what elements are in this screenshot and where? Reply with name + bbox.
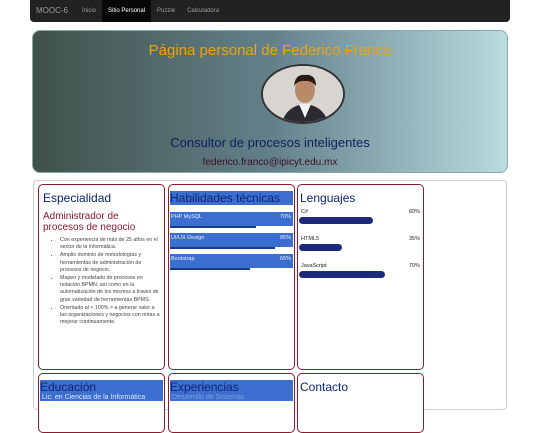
list-item: Con experiencia de más de 25 años en el … bbox=[60, 237, 160, 251]
lenguajes-title: Lenguajes bbox=[300, 191, 356, 205]
language-progress-bar bbox=[299, 244, 343, 251]
habilidades-title: Habilidades técnicas bbox=[170, 191, 293, 205]
especialidad-subtitle: Administrador de procesos de negocio bbox=[43, 211, 136, 233]
hero-banner: Página personal de Federico Franco Consu… bbox=[32, 30, 508, 173]
languages-list: C# 60% HTML5 35% JavaScript 70% bbox=[299, 209, 422, 278]
experiencias-first-line: Desarrollo de Sistemas bbox=[170, 394, 293, 401]
language-progress-track bbox=[299, 217, 422, 224]
list-item: Amplio dominio de metodologías y herrami… bbox=[60, 252, 160, 274]
language-label: HTML5 bbox=[301, 236, 320, 242]
skills-list: PHP MySQL 70% UI/UX Design 85% Bootstrap 65% bbox=[170, 212, 293, 270]
especialidad-title: Especialidad bbox=[43, 191, 112, 205]
skill-row: UI/UX Design 85% bbox=[170, 233, 293, 249]
language-progress-bar bbox=[299, 271, 386, 278]
especialidad-card: Especialidad Administrador de procesos d… bbox=[38, 184, 165, 370]
lenguajes-card: Lenguajes C# 60% HTML5 35% JavaScript 70% bbox=[297, 184, 424, 370]
habilidades-card: Habilidades técnicas PHP MySQL 70% UI/UX D… bbox=[168, 184, 295, 370]
content-area: Especialidad Administrador de procesos d… bbox=[33, 180, 507, 433]
educacion-card: Educación Lic. en Ciencias de la Informá… bbox=[38, 373, 165, 433]
profile-photo bbox=[261, 64, 345, 124]
skill-percent: 85% bbox=[279, 235, 291, 241]
nav-item-sitio-personal[interactable]: Sitio Personal bbox=[102, 0, 152, 22]
especialidad-list: Con experiencia de más de 25 años en el … bbox=[43, 237, 160, 326]
contacto-title: Contacto bbox=[300, 380, 349, 394]
skill-percent: 70% bbox=[279, 214, 291, 220]
nav-item-puzzle[interactable]: Puzzle bbox=[151, 0, 181, 22]
skill-progress-bar bbox=[170, 247, 275, 249]
language-progress-track bbox=[299, 271, 422, 278]
skill-label: PHP MySQL bbox=[171, 214, 203, 220]
navbar: MOOC-6 Inicio Sitio Personal Puzzle Calc… bbox=[30, 0, 510, 22]
language-percent: 35% bbox=[408, 236, 420, 242]
language-percent: 60% bbox=[408, 209, 420, 215]
language-progress-bar bbox=[299, 217, 373, 224]
contacto-card: Contacto bbox=[297, 373, 424, 433]
navbar-brand[interactable]: MOOC-6 bbox=[30, 0, 76, 22]
skill-label: UI/UX Design bbox=[171, 235, 205, 241]
hero-email[interactable]: federico.franco@ipicyt.edu.mx bbox=[33, 157, 507, 168]
educacion-first-line: Lic. en Ciencias de la Informática bbox=[40, 394, 163, 401]
language-label: C# bbox=[301, 209, 309, 215]
language-row: HTML5 35% bbox=[299, 236, 422, 251]
experiencias-title: Experiencias bbox=[170, 380, 293, 394]
experiencias-card: Experiencias Desarrollo de Sistemas bbox=[168, 373, 295, 433]
language-progress-track bbox=[299, 244, 422, 251]
skill-row: PHP MySQL 70% bbox=[170, 212, 293, 228]
language-percent: 70% bbox=[408, 263, 420, 269]
skill-label: Bootstrap bbox=[171, 256, 195, 262]
list-item: Orientado al < 100% > a generar valor a … bbox=[60, 305, 160, 327]
language-row: JavaScript 70% bbox=[299, 263, 422, 278]
skill-percent: 65% bbox=[279, 256, 291, 262]
skill-progress-bar bbox=[170, 226, 257, 228]
skill-progress-bar bbox=[170, 268, 250, 270]
hero-subtitle: Consultor de procesos inteligentes bbox=[170, 135, 370, 150]
language-row: C# 60% bbox=[299, 209, 422, 224]
educacion-title: Educación bbox=[40, 380, 163, 394]
nav-item-calculadora[interactable]: Calculadora bbox=[181, 0, 225, 22]
skill-row: Bootstrap 65% bbox=[170, 254, 293, 270]
hero-title: Página personal de Federico Franco bbox=[148, 42, 392, 59]
language-label: JavaScript bbox=[301, 263, 327, 269]
list-item: Mapeo y modelado de procesos en notación… bbox=[60, 275, 160, 304]
nav-item-inicio[interactable]: Inicio bbox=[76, 0, 102, 22]
